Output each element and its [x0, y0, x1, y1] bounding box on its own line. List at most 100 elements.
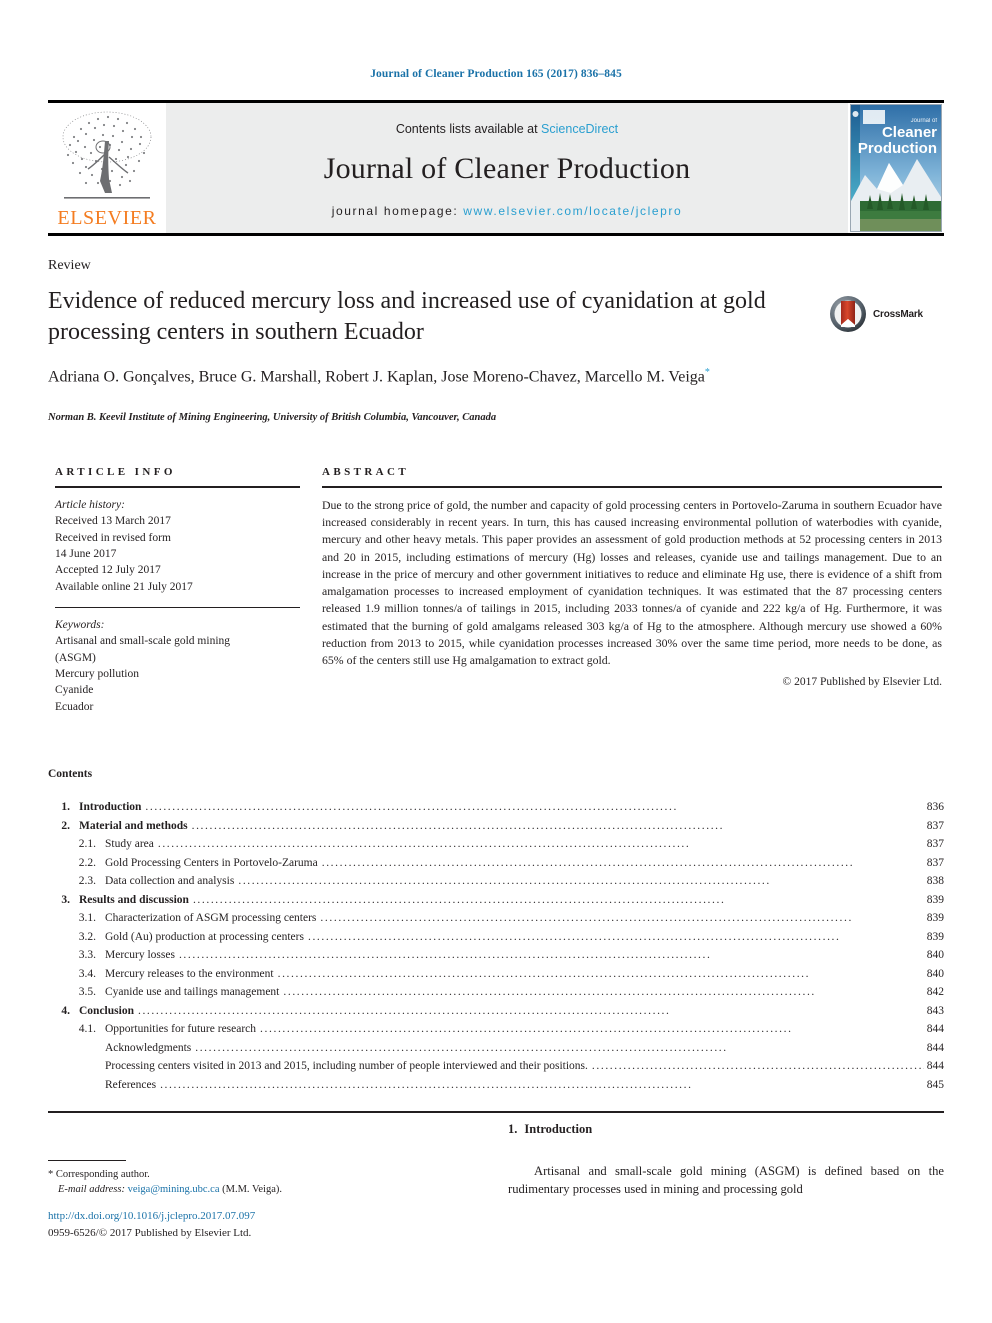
author-list: Adriana O. Gonçalves, Bruce G. Marshall,… [48, 366, 828, 389]
toc-entry-number: 3.5. [78, 986, 96, 998]
toc-entry-label: Gold (Au) production at processing cente… [105, 930, 304, 943]
svg-text:Cleaner: Cleaner [882, 124, 937, 141]
homepage-link[interactable]: www.elsevier.com/locate/jclepro [463, 204, 682, 218]
toc-entry-page: 840 [926, 967, 944, 980]
toc-entry[interactable]: 3.1. Characterization of ASGM processing … [48, 912, 944, 925]
table-of-contents: Contents 1. Introduction.................… [48, 768, 944, 1113]
toc-entry[interactable]: 3.5. Cyanide use and tailings management.… [48, 986, 944, 999]
toc-entry[interactable]: References..............................… [48, 1078, 944, 1092]
paper-page: Journal of Cleaner Production 165 (2017)… [0, 0, 992, 1323]
toc-entry-page: 839 [926, 912, 944, 924]
toc-entry-label: Material and methods [79, 819, 188, 832]
email-label: E-mail address: [58, 1184, 125, 1196]
toc-entry-page: 840 [926, 949, 944, 961]
journal-title: Journal of Cleaner Production [323, 152, 691, 185]
journal-cover-thumbnail: Journal of Cleaner Production [850, 104, 942, 232]
toc-entry-page: 845 [926, 1078, 944, 1091]
toc-leader-dots: ........................................… [191, 820, 725, 832]
toc-leader-dots: ........................................… [145, 802, 678, 813]
toc-entry[interactable]: 3.4. Mercury releases to the environment.… [48, 967, 944, 981]
email-suffix: (M.M. Veiga). [222, 1184, 283, 1196]
toc-entry[interactable]: 3.3. Mercury losses......................… [48, 949, 944, 962]
homepage-prefix: journal homepage: [331, 204, 464, 218]
keyword-item: Cyanide [55, 684, 94, 697]
toc-entry-label: Study area [105, 838, 154, 850]
toc-entry-page: 839 [926, 893, 944, 906]
journal-homepage-line: journal homepage: www.elsevier.com/locat… [332, 204, 683, 218]
introduction-heading: 1. Introduction [508, 1122, 944, 1137]
toc-entry-number: 3. [61, 893, 70, 906]
toc-entry-label: Cyanide use and tailings management [105, 986, 280, 998]
toc-entry[interactable]: 3. Results and discussion................… [48, 893, 944, 907]
toc-leader-dots: ........................................… [178, 950, 712, 961]
toc-entry[interactable]: Processing centers visited in 2013 and 2… [48, 1060, 944, 1073]
author-names: Adriana O. Gonçalves, Bruce G. Marshall,… [48, 368, 705, 386]
elsevier-wordmark: ELSEVIER [57, 207, 157, 229]
history-item: 14 June 2017 [55, 547, 117, 560]
doi-block: http://dx.doi.org/10.1016/j.jclepro.2017… [48, 1208, 508, 1241]
sciencedirect-link[interactable]: ScienceDirect [541, 122, 618, 136]
contents-available-prefix: Contents lists available at [395, 122, 542, 136]
toc-entry[interactable]: Acknowledgments.........................… [48, 1041, 944, 1055]
running-head: Journal of Cleaner Production 165 (2017)… [370, 68, 622, 80]
toc-entry[interactable]: 4.1. Opportunities for future research...… [48, 1023, 944, 1036]
corresponding-author-line: * Corresponding author. [48, 1167, 468, 1182]
keyword-item: Ecuador [55, 700, 94, 713]
journal-masthead: ELSEVIER Contents lists available at Sci… [48, 100, 944, 236]
crossmark-icon [830, 296, 866, 332]
page-title: Evidence of reduced mercury loss and inc… [48, 288, 766, 345]
email-line: E-mail address: veiga@mining.ubc.ca (M.M… [48, 1182, 468, 1197]
toc-entry[interactable]: 2. Material and methods..................… [48, 819, 944, 833]
introduction-paragraph: Artisanal and small-scale gold mining (A… [508, 1164, 944, 1196]
keywords-block: Keywords: Artisanal and small-scale gold… [55, 617, 300, 715]
toc-list: 1. Introduction..........................… [48, 801, 944, 1092]
toc-entry[interactable]: 4. Conclusion............................… [48, 1005, 944, 1018]
toc-entry[interactable]: 1. Introduction..........................… [48, 801, 944, 814]
keyword-item: (ASGM) [55, 651, 96, 664]
doi-link[interactable]: http://dx.doi.org/10.1016/j.jclepro.2017… [48, 1208, 508, 1225]
contents-available-line: Contents lists available at ScienceDirec… [396, 122, 618, 136]
toc-entry[interactable]: 2.1. Study area..........................… [48, 838, 944, 851]
toc-entry-page: 837 [926, 838, 944, 850]
toc-entry-page: 837 [926, 819, 944, 832]
toc-entry-page: 837 [926, 856, 944, 869]
affiliation: Norman B. Keevil Institute of Mining Eng… [48, 412, 497, 423]
toc-entry-number: 2.2. [78, 856, 96, 869]
toc-entry-label: Data collection and analysis [105, 875, 235, 887]
toc-leader-dots: ........................................… [283, 987, 816, 998]
toc-entry-page: 838 [926, 875, 944, 887]
footnote-rule [48, 1160, 126, 1161]
crossmark-badge[interactable]: CrossMark [828, 292, 938, 336]
introduction-number: 1. [508, 1122, 518, 1136]
issn-copyright-line: 0959-6526/© 2017 Published by Elsevier L… [48, 1226, 252, 1239]
corresponding-author-label: Corresponding author. [55, 1169, 150, 1180]
toc-entry-label: Processing centers visited in 2013 and 2… [105, 1060, 588, 1072]
history-item: Available online 21 July 2017 [55, 580, 193, 593]
toc-entry-number: 3.2. [78, 930, 96, 943]
history-item: Received 13 March 2017 [55, 515, 171, 528]
keyword-item: Artisanal and small-scale gold mining [55, 635, 231, 648]
keywords-label: Keywords: [55, 618, 105, 631]
abstract-text: Due to the strong price of gold, the num… [322, 498, 942, 667]
toc-entry[interactable]: 2.3. Data collection and analysis........… [48, 875, 944, 888]
toc-entry-page: 844 [926, 1041, 944, 1054]
toc-entry-number: 3.4. [78, 967, 96, 980]
toc-entry-page: 842 [926, 986, 944, 998]
toc-entry-number: 2.1. [78, 838, 96, 850]
toc-leader-dots: ........................................… [157, 839, 691, 850]
toc-entry[interactable]: 3.2. Gold (Au) production at processing c… [48, 930, 944, 944]
footnote-marker: * [48, 1169, 54, 1180]
abstract-rule [322, 486, 942, 488]
masthead-bottom-rule [48, 233, 944, 236]
toc-entry[interactable]: 2.2. Gold Processing Centers in Portovelo… [48, 856, 944, 870]
crossmark-label: CrossMark [873, 308, 923, 320]
abstract-copyright: © 2017 Published by Elsevier Ltd. [782, 676, 942, 689]
contents-heading: Contents [48, 768, 93, 780]
toc-entry-label: Mercury losses [105, 949, 175, 961]
introduction-title: Introduction [524, 1122, 593, 1136]
introduction-section: 1. Introduction Artisanal and small-scale… [508, 1122, 944, 1199]
toc-leader-dots: ........................................… [277, 968, 811, 980]
article-type-label: Review [48, 258, 91, 273]
toc-entry-number: 1. [61, 801, 70, 813]
email-link[interactable]: veiga@mining.ubc.ca [128, 1184, 220, 1195]
